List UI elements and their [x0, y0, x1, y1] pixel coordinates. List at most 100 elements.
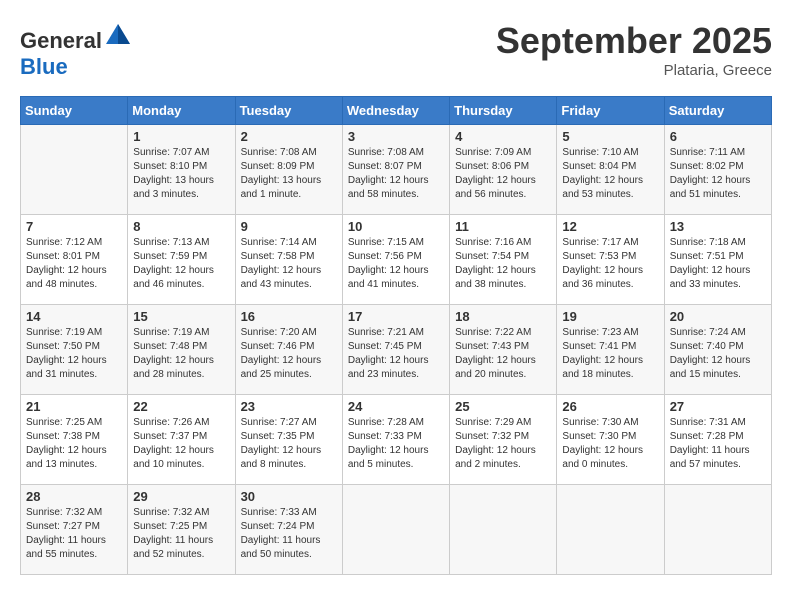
day-info: Sunrise: 7:32 AM Sunset: 7:27 PM Dayligh…: [26, 506, 122, 562]
logo: General Blue: [20, 20, 132, 80]
calendar-cell: 7Sunrise: 7:12 AM Sunset: 8:01 PM Daylig…: [21, 215, 128, 305]
day-number: 28: [26, 489, 122, 504]
calendar-cell: 8Sunrise: 7:13 AM Sunset: 7:59 PM Daylig…: [128, 215, 235, 305]
day-info: Sunrise: 7:14 AM Sunset: 7:58 PM Dayligh…: [241, 236, 337, 292]
calendar-cell: 25Sunrise: 7:29 AM Sunset: 7:32 PM Dayli…: [450, 395, 557, 485]
day-number: 13: [670, 219, 766, 234]
day-number: 8: [133, 219, 229, 234]
calendar-cell: 20Sunrise: 7:24 AM Sunset: 7:40 PM Dayli…: [664, 305, 771, 395]
logo-general: General: [20, 28, 102, 53]
calendar-cell: 14 Sunrise: 7:19 AM Sunset: 7:50 PM Dayli…: [21, 305, 128, 395]
calendar-cell: 22 Sunrise: 7:26 AM Sunset: 7:37 PM Dayli…: [128, 395, 235, 485]
day-number: 15: [133, 309, 229, 324]
calendar-cell: 27 Sunrise: 7:31 AM Sunset: 7:28 PM Dayli…: [664, 395, 771, 485]
day-info: Sunrise: 7:27 AM Sunset: 7:35 PM Dayligh…: [241, 416, 337, 472]
day-header-monday: Monday: [128, 97, 235, 125]
day-info: Sunrise: 7:19 AM Sunset: 7:50 PM Dayligh…: [26, 326, 122, 382]
calendar-cell: 19 Sunrise: 7:23 AM Sunset: 7:41 PM Dayli…: [557, 305, 664, 395]
day-header-friday: Friday: [557, 97, 664, 125]
calendar-cell: 2Sunrise: 7:08 AM Sunset: 8:09 PM Daylig…: [235, 125, 342, 215]
day-number: 17: [348, 309, 444, 324]
day-number: 27: [670, 399, 766, 414]
calendar-cell: 17Sunrise: 7:21 AM Sunset: 7:45 PM Dayli…: [342, 305, 449, 395]
day-info: Sunrise: 7:07 AM Sunset: 8:10 PM Dayligh…: [133, 146, 229, 202]
day-info: Sunrise: 7:20 AM Sunset: 7:46 PM Dayligh…: [241, 326, 337, 382]
week-row-2: 7Sunrise: 7:12 AM Sunset: 8:01 PM Daylig…: [21, 215, 772, 305]
day-number: 23: [241, 399, 337, 414]
calendar-cell: [450, 485, 557, 575]
day-info: Sunrise: 7:19 AM Sunset: 7:48 PM Dayligh…: [133, 326, 229, 382]
day-number: 12: [562, 219, 658, 234]
day-number: 25: [455, 399, 551, 414]
calendar-cell: 13 Sunrise: 7:18 AM Sunset: 7:51 PM Dayli…: [664, 215, 771, 305]
month-title: September 2025: [496, 20, 772, 62]
day-info: Sunrise: 7:08 AM Sunset: 8:07 PM Dayligh…: [348, 146, 444, 202]
day-header-sunday: Sunday: [21, 97, 128, 125]
day-info: Sunrise: 7:08 AM Sunset: 8:09 PM Dayligh…: [241, 146, 337, 202]
calendar-header: SundayMondayTuesdayWednesdayThursdayFrid…: [21, 97, 772, 125]
day-number: 24: [348, 399, 444, 414]
day-info: Sunrise: 7:26 AM Sunset: 7:37 PM Dayligh…: [133, 416, 229, 472]
day-info: Sunrise: 7:28 AM Sunset: 7:33 PM Dayligh…: [348, 416, 444, 472]
day-info: Sunrise: 7:33 AM Sunset: 7:24 PM Dayligh…: [241, 506, 337, 562]
day-info: Sunrise: 7:30 AM Sunset: 7:30 PM Dayligh…: [562, 416, 658, 472]
week-row-3: 14 Sunrise: 7:19 AM Sunset: 7:50 PM Dayli…: [21, 305, 772, 395]
calendar-cell: 29 Sunrise: 7:32 AM Sunset: 7:25 PM Dayli…: [128, 485, 235, 575]
day-number: 29: [133, 489, 229, 504]
day-number: 1: [133, 129, 229, 144]
day-info: Sunrise: 7:23 AM Sunset: 7:41 PM Dayligh…: [562, 326, 658, 382]
page-header: General Blue September 2025 Plataria, Gr…: [20, 20, 772, 80]
week-row-4: 21Sunrise: 7:25 AM Sunset: 7:38 PM Dayli…: [21, 395, 772, 485]
day-info: Sunrise: 7:10 AM Sunset: 8:04 PM Dayligh…: [562, 146, 658, 202]
calendar-cell: [557, 485, 664, 575]
day-number: 10: [348, 219, 444, 234]
day-number: 6: [670, 129, 766, 144]
calendar-cell: [21, 125, 128, 215]
calendar-cell: 6Sunrise: 7:11 AM Sunset: 8:02 PM Daylig…: [664, 125, 771, 215]
day-header-saturday: Saturday: [664, 97, 771, 125]
day-number: 7: [26, 219, 122, 234]
day-number: 22: [133, 399, 229, 414]
day-number: 20: [670, 309, 766, 324]
calendar-cell: [342, 485, 449, 575]
day-number: 14: [26, 309, 122, 324]
calendar-cell: 9Sunrise: 7:14 AM Sunset: 7:58 PM Daylig…: [235, 215, 342, 305]
calendar-cell: 24 Sunrise: 7:28 AM Sunset: 7:33 PM Dayli…: [342, 395, 449, 485]
logo-blue: Blue: [20, 54, 68, 79]
day-info: Sunrise: 7:17 AM Sunset: 7:53 PM Dayligh…: [562, 236, 658, 292]
day-header-tuesday: Tuesday: [235, 97, 342, 125]
calendar-cell: [664, 485, 771, 575]
logo-icon: [104, 20, 132, 48]
day-info: Sunrise: 7:09 AM Sunset: 8:06 PM Dayligh…: [455, 146, 551, 202]
calendar-cell: 3Sunrise: 7:08 AM Sunset: 8:07 PM Daylig…: [342, 125, 449, 215]
calendar-cell: 16Sunrise: 7:20 AM Sunset: 7:46 PM Dayli…: [235, 305, 342, 395]
day-number: 30: [241, 489, 337, 504]
day-number: 26: [562, 399, 658, 414]
day-info: Sunrise: 7:16 AM Sunset: 7:54 PM Dayligh…: [455, 236, 551, 292]
day-number: 18: [455, 309, 551, 324]
day-info: Sunrise: 7:31 AM Sunset: 7:28 PM Dayligh…: [670, 416, 766, 472]
location: Plataria, Greece: [496, 62, 772, 79]
calendar-body: 1 Sunrise: 7:07 AM Sunset: 8:10 PM Daylig…: [21, 125, 772, 575]
calendar-table: SundayMondayTuesdayWednesdayThursdayFrid…: [20, 96, 772, 575]
day-number: 19: [562, 309, 658, 324]
calendar-cell: 11Sunrise: 7:16 AM Sunset: 7:54 PM Dayli…: [450, 215, 557, 305]
day-number: 21: [26, 399, 122, 414]
calendar-cell: 12 Sunrise: 7:17 AM Sunset: 7:53 PM Dayli…: [557, 215, 664, 305]
calendar-cell: 5 Sunrise: 7:10 AM Sunset: 8:04 PM Daylig…: [557, 125, 664, 215]
calendar-cell: 26 Sunrise: 7:30 AM Sunset: 7:30 PM Dayli…: [557, 395, 664, 485]
calendar-cell: 4 Sunrise: 7:09 AM Sunset: 8:06 PM Daylig…: [450, 125, 557, 215]
week-row-1: 1 Sunrise: 7:07 AM Sunset: 8:10 PM Daylig…: [21, 125, 772, 215]
calendar-cell: 23 Sunrise: 7:27 AM Sunset: 7:35 PM Dayli…: [235, 395, 342, 485]
day-header-thursday: Thursday: [450, 97, 557, 125]
day-number: 4: [455, 129, 551, 144]
day-info: Sunrise: 7:18 AM Sunset: 7:51 PM Dayligh…: [670, 236, 766, 292]
calendar-cell: 15 Sunrise: 7:19 AM Sunset: 7:48 PM Dayli…: [128, 305, 235, 395]
calendar-cell: 28 Sunrise: 7:32 AM Sunset: 7:27 PM Dayli…: [21, 485, 128, 575]
day-info: Sunrise: 7:32 AM Sunset: 7:25 PM Dayligh…: [133, 506, 229, 562]
day-number: 5: [562, 129, 658, 144]
logo-text: General Blue: [20, 20, 132, 80]
week-row-5: 28 Sunrise: 7:32 AM Sunset: 7:27 PM Dayli…: [21, 485, 772, 575]
calendar-cell: 1 Sunrise: 7:07 AM Sunset: 8:10 PM Daylig…: [128, 125, 235, 215]
title-block: September 2025 Plataria, Greece: [496, 20, 772, 79]
